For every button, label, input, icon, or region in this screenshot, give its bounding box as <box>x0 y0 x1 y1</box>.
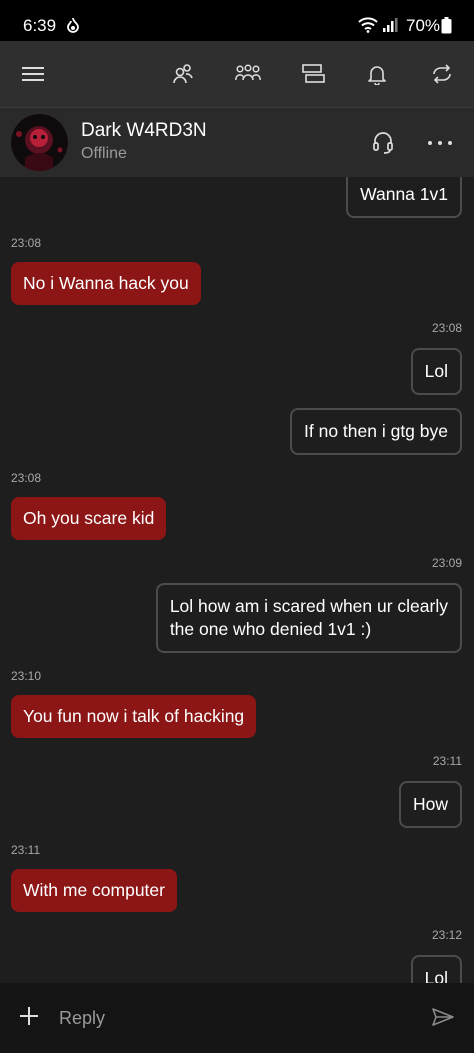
headset-icon[interactable] <box>368 128 398 158</box>
message-timestamp: 23:08 <box>11 236 42 250</box>
contact-status: Offline <box>81 145 127 162</box>
top-nav-bar <box>0 41 474 107</box>
message-outgoing[interactable]: If no then i gtg bye <box>290 408 462 455</box>
message-outgoing[interactable]: Lol how am i scared when ur clearly the … <box>155 583 462 653</box>
status-bar: 6:39 70% <box>0 0 474 41</box>
message-incoming[interactable]: No i Wanna hack you <box>11 262 201 305</box>
reply-input[interactable]: Reply <box>59 1008 105 1029</box>
wifi-icon <box>358 17 378 38</box>
message-timestamp: 23:09 <box>431 556 462 570</box>
message-incoming[interactable]: Oh you scare kid <box>11 497 167 540</box>
status-time: 6:39 <box>23 16 57 35</box>
add-icon[interactable] <box>18 1005 40 1027</box>
avatar[interactable] <box>11 114 68 171</box>
party-icon[interactable] <box>232 59 264 89</box>
sync-icon[interactable] <box>426 59 458 89</box>
message-outgoing[interactable]: Wanna 1v1 <box>346 177 462 218</box>
message-list[interactable]: Wanna 1v1 23:08 No i Wanna hack you 23:0… <box>0 177 474 983</box>
battery-percent: 70% <box>406 16 441 35</box>
message-timestamp: 23:10 <box>11 669 42 683</box>
message-incoming[interactable]: With me computer <box>11 869 177 912</box>
notifications-icon[interactable] <box>361 59 393 89</box>
battery-icon <box>441 17 452 39</box>
reply-composer: Reply <box>0 983 474 1053</box>
more-options-icon[interactable] <box>425 128 455 158</box>
message-timestamp: 23:11 <box>11 843 41 857</box>
message-timestamp: 23:12 <box>431 928 462 942</box>
send-icon[interactable] <box>431 1007 455 1032</box>
message-line: Lol how am i scared when ur clearly <box>169 596 448 616</box>
messages-icon[interactable] <box>297 59 329 89</box>
message-timestamp: 23:08 <box>11 471 42 485</box>
message-timestamp: 23:08 <box>431 321 462 335</box>
notification-icon <box>66 17 80 38</box>
contact-name: Dark W4RD3N <box>81 120 207 141</box>
conversation-header: Dark W4RD3N Offline <box>0 107 474 177</box>
message-incoming[interactable]: You fun now i talk of hacking <box>11 695 257 738</box>
message-outgoing[interactable]: How <box>398 781 462 828</box>
message-timestamp: 23:11 <box>432 754 462 768</box>
message-outgoing[interactable]: Lol <box>410 955 462 983</box>
friends-icon[interactable] <box>167 59 199 89</box>
message-outgoing[interactable]: Lol <box>410 348 462 395</box>
menu-icon[interactable] <box>17 59 49 89</box>
signal-icon <box>382 17 398 38</box>
message-line: the one who denied 1v1 :) <box>169 619 372 639</box>
